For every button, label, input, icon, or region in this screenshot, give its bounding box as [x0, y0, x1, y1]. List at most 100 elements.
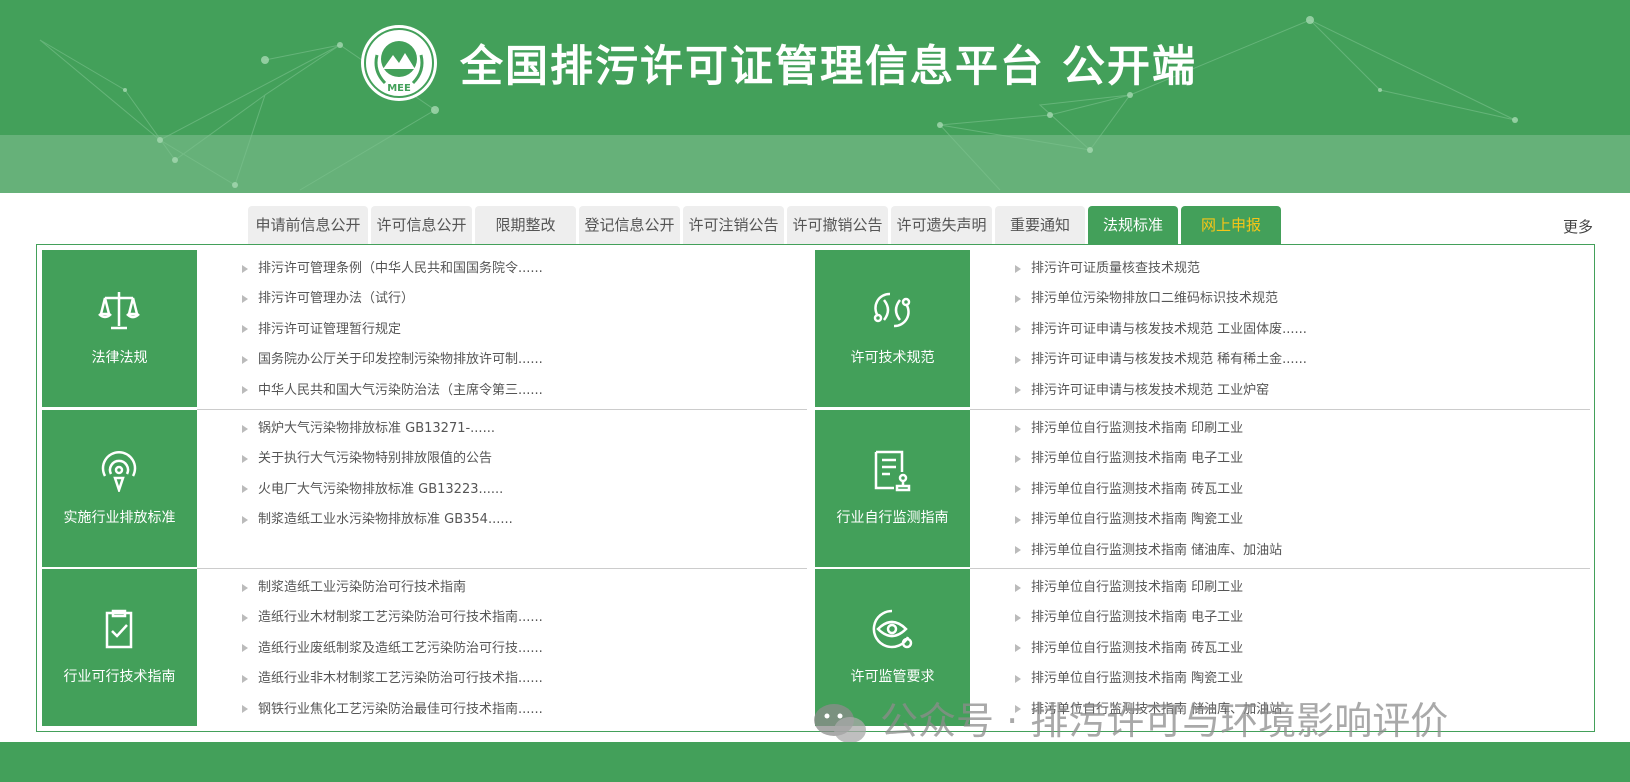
- section-feasible-tech: 行业可行技术指南 制浆造纸工业污染防治可行技术指南 造纸行业木材制浆工艺污染防治…: [42, 569, 807, 726]
- eye-check-icon: [872, 609, 913, 649]
- list-item[interactable]: 制浆造纸工业污染防治可行技术指南: [242, 573, 543, 603]
- arrow-icon: [1015, 294, 1021, 303]
- arrow-icon: [242, 485, 248, 494]
- arrow-icon: [1015, 674, 1021, 683]
- watermark: 公众号 · 排污许可与环境影响评价: [812, 690, 1448, 746]
- category-emission-standards[interactable]: 实施行业排放标准: [42, 410, 197, 567]
- list-item[interactable]: 排污单位污染物排放口二维码标识技术规范: [1015, 284, 1307, 314]
- arrow-icon: [1015, 546, 1021, 555]
- arrow-icon: [1015, 515, 1021, 524]
- category-label: 行业可行技术指南: [63, 669, 176, 685]
- list-item[interactable]: 火电厂大气污染物排放标准 GB13223......: [242, 475, 513, 505]
- category-technical-specs[interactable]: 许可技术规范: [815, 250, 970, 407]
- list-item[interactable]: 锅炉大气污染物排放标准 GB13271-......: [242, 414, 513, 444]
- tab-regulations[interactable]: 法规标准: [1088, 206, 1178, 244]
- arrow-icon: [1015, 613, 1021, 622]
- arrow-icon: [242, 644, 248, 653]
- arrow-icon: [242, 454, 248, 463]
- tab-permit-cancellation[interactable]: 许可注销公告: [683, 206, 784, 244]
- section-technical-specs: 许可技术规范 排污许可证质量核查技术规范 排污单位污染物排放口二维码标识技术规范…: [815, 250, 1590, 407]
- list-item[interactable]: 排污单位自行监测技术指南 砖瓦工业: [1015, 475, 1282, 505]
- arrow-icon: [242, 424, 248, 433]
- list-item[interactable]: 排污许可证管理暂行规定: [242, 315, 543, 345]
- arrow-icon: [242, 294, 248, 303]
- list-item[interactable]: 排污许可管理办法（试行）: [242, 284, 543, 314]
- watermark-text: 公众号 · 排污许可与环境影响评价: [880, 699, 1449, 743]
- arrow-icon: [1015, 355, 1021, 364]
- category-self-monitoring[interactable]: 行业自行监测指南: [815, 410, 970, 567]
- category-label: 行业自行监测指南: [836, 510, 949, 526]
- arrow-icon: [242, 705, 248, 714]
- list-item[interactable]: 排污单位自行监测技术指南 砖瓦工业: [1015, 634, 1282, 664]
- link-list: 锅炉大气污染物排放标准 GB13271-...... 关于执行大气污染物特别排放…: [242, 414, 513, 536]
- arrow-icon: [1015, 454, 1021, 463]
- tab-pre-application[interactable]: 申请前信息公开: [248, 206, 368, 244]
- list-item[interactable]: 制浆造纸工业水污染物排放标准 GB354......: [242, 505, 513, 535]
- list-item[interactable]: 国务院办公厅关于印发控制污染物排放许可制......: [242, 345, 543, 375]
- regulations-panel: 法律法规 排污许可管理条例（中华人民共和国国务院令...... 排污许可管理办法…: [36, 244, 1595, 732]
- section-emission-standards: 实施行业排放标准 锅炉大气污染物排放标准 GB13271-...... 关于执行…: [42, 410, 807, 567]
- tab-online-filing[interactable]: 网上申报: [1181, 206, 1281, 244]
- document-stamp-icon: [874, 450, 911, 492]
- mee-logo: MEE: [361, 25, 437, 101]
- list-item[interactable]: 排污单位自行监测技术指南 印刷工业: [1015, 573, 1282, 603]
- footer-bar: [0, 742, 1630, 782]
- arrow-icon: [242, 583, 248, 592]
- tab-rectification[interactable]: 限期整改: [475, 206, 576, 244]
- list-item[interactable]: 造纸行业非木材制浆工艺污染防治可行技术指......: [242, 664, 543, 694]
- list-item[interactable]: 排污单位自行监测技术指南 印刷工业: [1015, 414, 1282, 444]
- list-item[interactable]: 造纸行业废纸制浆及造纸工艺污染防治可行技......: [242, 634, 543, 664]
- list-item[interactable]: 关于执行大气污染物特别排放限值的公告: [242, 444, 513, 474]
- clipboard-check-icon: [105, 609, 133, 649]
- tab-registration-info[interactable]: 登记信息公开: [579, 206, 680, 244]
- category-label: 法律法规: [91, 350, 148, 366]
- section-laws: 法律法规 排污许可管理条例（中华人民共和国国务院令...... 排污许可管理办法…: [42, 250, 807, 407]
- site-title: 全国排污许可证管理信息平台 公开端: [460, 42, 1197, 92]
- list-item[interactable]: 排污单位自行监测技术指南 陶瓷工业: [1015, 505, 1282, 535]
- list-item[interactable]: 造纸行业木材制浆工艺污染防治可行技术指南......: [242, 603, 543, 633]
- arrow-icon: [1015, 644, 1021, 653]
- arrow-icon: [1015, 424, 1021, 433]
- wechat-icon: [814, 703, 866, 743]
- link-list: 排污许可证质量核查技术规范 排污单位污染物排放口二维码标识技术规范 排污许可证申…: [1015, 254, 1307, 406]
- list-item[interactable]: 排污许可证申请与核发技术规范 稀有稀土金......: [1015, 345, 1307, 375]
- category-label: 实施行业排放标准: [63, 510, 176, 526]
- tab-bar: 申请前信息公开 许可信息公开 限期整改 登记信息公开 许可注销公告 许可撤销公告…: [248, 206, 1284, 244]
- arrow-icon: [1015, 485, 1021, 494]
- tab-permit-revocation[interactable]: 许可撤销公告: [787, 206, 888, 244]
- category-label: 许可技术规范: [850, 350, 935, 366]
- arrow-icon: [242, 325, 248, 334]
- link-list: 制浆造纸工业污染防治可行技术指南 造纸行业木材制浆工艺污染防治可行技术指南...…: [242, 573, 543, 725]
- tab-permit-loss[interactable]: 许可遗失声明: [891, 206, 992, 244]
- category-feasible-tech[interactable]: 行业可行技术指南: [42, 569, 197, 726]
- more-link[interactable]: 更多: [1563, 216, 1593, 237]
- network-decoration: [39, 16, 1518, 191]
- arrow-icon: [1015, 583, 1021, 592]
- list-item[interactable]: 排污许可证质量核查技术规范: [1015, 254, 1307, 284]
- arrow-icon: [242, 674, 248, 683]
- arrow-icon: [242, 613, 248, 622]
- list-item[interactable]: 排污许可证申请与核发技术规范 工业炉窑: [1015, 376, 1307, 406]
- list-item[interactable]: 钢铁行业焦化工艺污染防治最佳可行技术指南......: [242, 695, 543, 725]
- tab-permit-info[interactable]: 许可信息公开: [371, 206, 472, 244]
- arrow-icon: [242, 386, 248, 395]
- tab-notices[interactable]: 重要通知: [995, 206, 1085, 244]
- list-item[interactable]: 排污单位自行监测技术指南 储油库、加油站: [1015, 536, 1282, 566]
- list-item[interactable]: 排污单位自行监测技术指南 电子工业: [1015, 603, 1282, 633]
- link-list: 排污单位自行监测技术指南 印刷工业 排污单位自行监测技术指南 电子工业 排污单位…: [1015, 414, 1282, 566]
- category-laws[interactable]: 法律法规: [42, 250, 197, 407]
- link-icon: [873, 292, 911, 328]
- link-list: 排污许可管理条例（中华人民共和国国务院令...... 排污许可管理办法（试行） …: [242, 254, 543, 406]
- arrow-icon: [1015, 325, 1021, 334]
- list-item[interactable]: 中华人民共和国大气污染防治法（主席令第三......: [242, 376, 543, 406]
- svg-text:MEE: MEE: [387, 83, 411, 94]
- section-self-monitoring: 行业自行监测指南 排污单位自行监测技术指南 印刷工业 排污单位自行监测技术指南 …: [815, 410, 1590, 567]
- list-item[interactable]: 排污许可管理条例（中华人民共和国国务院令......: [242, 254, 543, 284]
- arrow-icon: [242, 355, 248, 364]
- arrow-icon: [1015, 386, 1021, 395]
- arrow-icon: [242, 264, 248, 273]
- arrow-icon: [1015, 264, 1021, 273]
- signal-pin-icon: [101, 451, 137, 492]
- list-item[interactable]: 排污许可证申请与核发技术规范 工业固体废......: [1015, 315, 1307, 345]
- list-item[interactable]: 排污单位自行监测技术指南 电子工业: [1015, 444, 1282, 474]
